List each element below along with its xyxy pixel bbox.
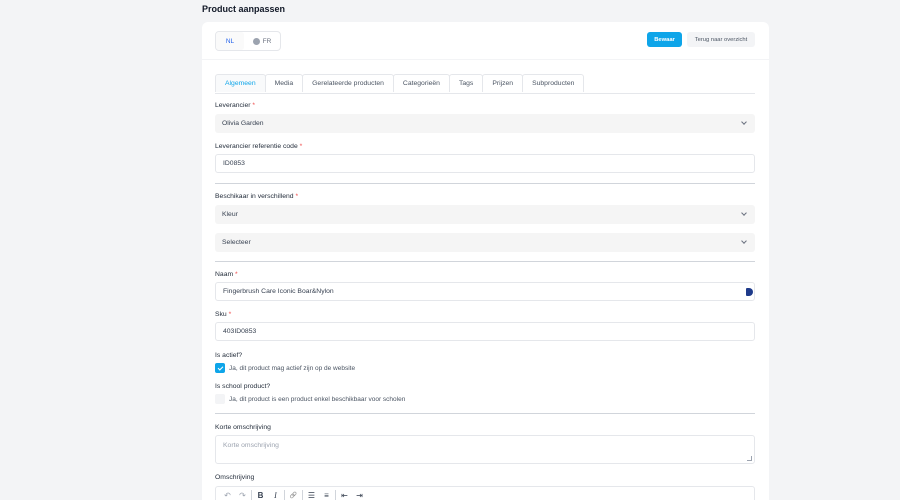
- name-value: Fingerbrush Care Iconic Boar&Nylon: [223, 288, 334, 295]
- variant-type-value: Kleur: [222, 211, 238, 218]
- language-fr-label: FR: [262, 37, 272, 45]
- tab-prices[interactable]: Prijzen: [482, 74, 524, 92]
- numbered-list-icon[interactable]: ≡: [319, 488, 334, 500]
- supplier-value: Olivia Garden: [222, 120, 264, 127]
- required-mark: *: [228, 311, 232, 318]
- globe-icon: [252, 37, 260, 45]
- product-edit-card: NL FR Bewaar Terug naar overzicht Algeme…: [202, 22, 769, 500]
- check-icon: [217, 364, 223, 371]
- variants-label-text: Beschikaar in verschillend: [215, 193, 294, 200]
- section-divider: [215, 183, 755, 184]
- active-checkbox-label: Ja, dit product mag actief zijn op de we…: [229, 365, 356, 372]
- short-desc-placeholder: Korte omschrijving: [223, 442, 279, 449]
- tab-tags[interactable]: Tags: [448, 74, 484, 92]
- bold-icon[interactable]: B: [253, 488, 268, 500]
- header-divider: [202, 59, 769, 60]
- active-label: Is actief?: [215, 352, 243, 359]
- bullet-list-icon[interactable]: ☰: [304, 488, 319, 500]
- toolbar-separator: [335, 490, 336, 500]
- language-nl-label: NL: [225, 37, 235, 45]
- description-editor-toolbar: ↶ ↷ B I 🔗 ☰ ≡ ⇤ ⇥: [215, 486, 755, 500]
- toolbar-separator: [251, 490, 252, 500]
- chevron-down-icon: [741, 210, 747, 216]
- supplier-ref-input[interactable]: ID0853: [215, 154, 755, 173]
- toolbar-separator: [284, 490, 285, 500]
- resize-handle-icon[interactable]: [747, 456, 752, 461]
- tab-related-products[interactable]: Gerelateerde producten: [302, 74, 394, 92]
- variant-value-select[interactable]: Selecteer: [215, 233, 755, 252]
- short-desc-textarea[interactable]: Korte omschrijving: [215, 435, 755, 464]
- tab-subproducts[interactable]: Subproducten: [522, 74, 585, 92]
- variant-type-select[interactable]: Kleur: [215, 205, 755, 224]
- variant-value-placeholder: Selecteer: [222, 239, 251, 246]
- link-icon[interactable]: 🔗: [286, 488, 301, 500]
- supplier-label: Leverancier *: [215, 102, 255, 109]
- tab-algemeen[interactable]: Algemeen: [215, 74, 266, 92]
- supplier-ref-label: Leverancier referentie code *: [215, 143, 302, 150]
- tab-bar: Algemeen Media Gerelateerde producten Ca…: [215, 74, 755, 94]
- back-to-overview-button[interactable]: Terug naar overzicht: [687, 32, 755, 47]
- redo-icon[interactable]: ↷: [235, 488, 250, 500]
- school-label: Is school product?: [215, 383, 271, 390]
- toolbar-separator: [302, 490, 303, 500]
- grammar-check-icon[interactable]: [746, 288, 753, 296]
- name-label-text: Naam: [215, 271, 234, 278]
- language-fr-button[interactable]: FR: [244, 32, 280, 50]
- section-divider: [215, 261, 755, 262]
- description-label: Omschrijving: [215, 474, 255, 481]
- required-mark: *: [295, 193, 299, 200]
- required-mark: *: [299, 143, 303, 150]
- language-nl-button[interactable]: NL: [216, 32, 244, 50]
- name-input[interactable]: Fingerbrush Care Iconic Boar&Nylon: [215, 282, 755, 301]
- school-checkbox[interactable]: [215, 394, 225, 404]
- active-checkbox[interactable]: [215, 363, 225, 373]
- short-desc-label: Korte omschrijving: [215, 424, 271, 431]
- tab-media[interactable]: Media: [264, 74, 304, 92]
- supplier-ref-label-text: Leverancier referentie code: [215, 143, 298, 150]
- supplier-ref-value: ID0853: [223, 160, 245, 167]
- page-title: Product aanpassen: [202, 4, 286, 14]
- school-checkbox-label: Ja, dit product is een product enkel bes…: [229, 396, 406, 403]
- sku-label: Sku *: [215, 311, 231, 318]
- save-button[interactable]: Bewaar: [647, 32, 682, 47]
- chevron-down-icon: [741, 238, 747, 244]
- sku-value: 403ID0853: [223, 328, 257, 335]
- sku-input[interactable]: 403ID0853: [215, 322, 755, 341]
- indent-icon[interactable]: ⇥: [352, 488, 367, 500]
- required-mark: *: [235, 271, 238, 278]
- tab-categories[interactable]: Categorieën: [392, 74, 450, 92]
- supplier-select[interactable]: Olivia Garden: [215, 114, 755, 133]
- chevron-down-icon: [741, 119, 747, 125]
- variants-label: Beschikaar in verschillend *: [215, 193, 298, 200]
- italic-icon[interactable]: I: [268, 488, 283, 500]
- name-label: Naam *: [215, 271, 238, 278]
- required-mark: *: [252, 102, 256, 109]
- language-switcher: NL FR: [215, 31, 281, 51]
- section-divider: [215, 413, 755, 414]
- sku-label-text: Sku: [215, 311, 227, 318]
- undo-icon[interactable]: ↶: [220, 488, 235, 500]
- outdent-icon[interactable]: ⇤: [337, 488, 352, 500]
- supplier-label-text: Leverancier: [215, 102, 251, 109]
